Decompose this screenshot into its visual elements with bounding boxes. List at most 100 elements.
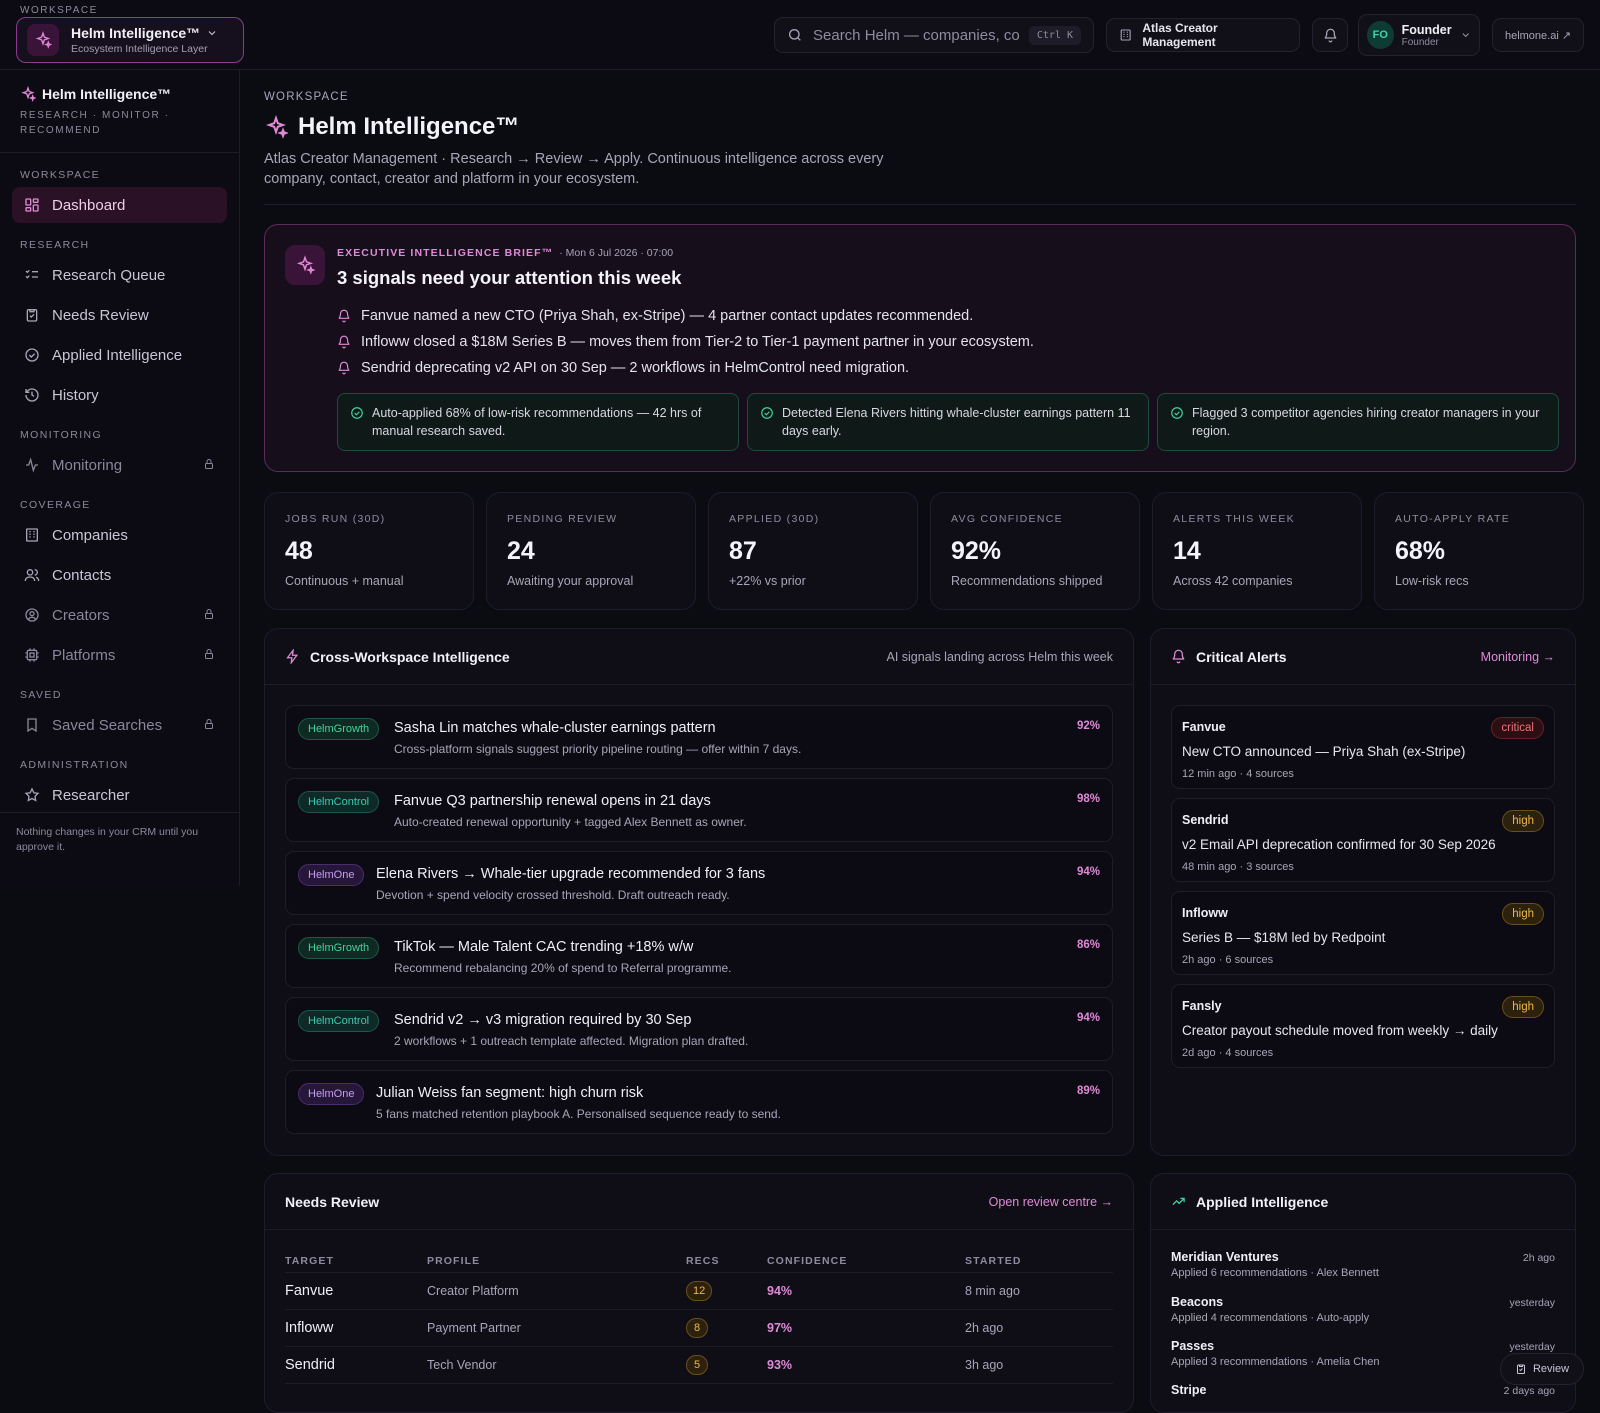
signal-title: Sasha Lin matches whale-cluster earnings… — [394, 720, 716, 736]
sidebar-item-creators[interactable]: Creators — [12, 597, 227, 633]
brief-item-text: Infloww closed a $18M Series B — moves t… — [361, 334, 1034, 350]
applied-time: 2 days ago — [1503, 1385, 1555, 1397]
alert-title: Series B — $18M led by Redpoint — [1182, 930, 1386, 945]
severity-badge: high — [1502, 903, 1544, 925]
lock-icon — [205, 459, 213, 469]
sidebar-item-monitoring[interactable]: Monitoring — [12, 447, 227, 483]
signal-card[interactable]: HelmGrowth Sasha Lin matches whale-clust… — [285, 705, 1113, 769]
cross-workspace-panel: Cross-Workspace Intelligence AI signals … — [264, 628, 1134, 1156]
sidebar-item-needs-review[interactable]: Needs Review — [12, 297, 227, 333]
open-review-centre-link[interactable]: Open review centre → — [989, 1195, 1113, 1209]
table-row[interactable]: Fanvue Creator Platform 12 94% 8 min ago — [285, 1272, 1113, 1310]
user-menu[interactable]: FO Founder Founder — [1358, 14, 1480, 56]
brief-label: EXECUTIVE INTELLIGENCE BRIEF™ — [337, 247, 554, 259]
sidebar-item-label: Applied Intelligence — [52, 346, 183, 364]
signal-confidence: 98% — [1076, 793, 1100, 805]
sidebar-item-research-queue[interactable]: Research Queue — [12, 257, 227, 293]
applied-item[interactable]: Passes Applied 3 recommendations · Ameli… — [1171, 1339, 1555, 1368]
notifications-button[interactable] — [1312, 18, 1348, 52]
applied-item[interactable]: Beacons Applied 4 recommendations · Auto… — [1171, 1295, 1555, 1324]
sidebar-item-history[interactable]: History — [12, 377, 227, 413]
workspace-switcher[interactable]: Helm Intelligence™ Ecosystem Intelligenc… — [16, 17, 244, 63]
bell-icon — [338, 309, 350, 323]
sidebar-item-label: Monitoring — [52, 456, 123, 474]
kpi-card-jobs-run: JOBS RUN (30D) 48 Continuous + manual — [264, 492, 474, 610]
sidebar-item-contacts[interactable]: Contacts — [12, 557, 227, 593]
brief-item: Sendrid deprecating v2 API on 30 Sep — 2… — [337, 355, 1034, 381]
sidebar-item-applied-intelligence[interactable]: Applied Intelligence — [12, 337, 227, 373]
signal-card[interactable]: HelmOne Elena Rivers → Whale-tier upgrad… — [285, 851, 1113, 915]
lock-icon — [205, 609, 213, 619]
breadcrumb: WORKSPACE — [264, 91, 349, 103]
bell-icon — [338, 361, 350, 375]
sidebar-section-workspace: WORKSPACE — [20, 169, 101, 181]
severity-badge: critical — [1491, 717, 1544, 739]
sidebar-item-dashboard[interactable]: Dashboard — [12, 187, 227, 223]
applied-item[interactable]: Stripe 2 days ago — [1171, 1383, 1555, 1397]
applied-company: Beacons — [1171, 1295, 1224, 1309]
table-row[interactable]: Infloww Payment Partner 8 97% 2h ago — [285, 1309, 1113, 1347]
bell-icon — [1172, 649, 1185, 664]
table-row[interactable]: Sendrid Tech Vendor 5 93% 3h ago — [285, 1346, 1113, 1384]
site-link[interactable]: helmone.ai ↗ — [1492, 18, 1584, 52]
signal-card[interactable]: HelmControl Fanvue Q3 partnership renewa… — [285, 778, 1113, 842]
check-circle-icon — [1171, 407, 1183, 419]
needs-review-panel: Needs Review Open review centre → TARGET… — [264, 1173, 1134, 1413]
alert-company: Fanvue — [1182, 720, 1226, 734]
sparkles-icon — [265, 115, 288, 139]
sidebar-section-saved: SAVED — [20, 689, 62, 701]
applied-description: Applied 4 recommendations · Auto-apply — [1171, 1312, 1370, 1324]
sidebar-item-saved-searches[interactable]: Saved Searches — [12, 707, 227, 743]
sidebar-item-researcher[interactable]: Researcher — [12, 777, 227, 813]
organization-button[interactable]: Atlas Creator Management — [1106, 18, 1300, 52]
signal-card[interactable]: HelmControl Sendrid v2 → v3 migration re… — [285, 997, 1113, 1061]
bell-icon — [1324, 28, 1336, 42]
workspace-subtitle: Ecosystem Intelligence Layer — [71, 43, 208, 55]
signal-title: Elena Rivers → Whale-tier upgrade recomm… — [376, 866, 766, 882]
review-table: TARGET PROFILE RECS CONFIDENCE STARTED F… — [285, 1250, 1113, 1384]
signal-card[interactable]: HelmOne Julian Weiss fan segment: high c… — [285, 1070, 1113, 1134]
started-cell: 8 min ago — [965, 1272, 1113, 1310]
search-shortcut: Ctrl K — [1028, 25, 1081, 45]
sidebar-item-platforms[interactable]: Platforms — [12, 637, 227, 673]
bell-icon — [338, 335, 350, 349]
brief-title: 3 signals need your attention this week — [337, 267, 682, 288]
review-fab-label: Review — [1532, 1363, 1570, 1375]
global-search[interactable]: Ctrl K — [774, 17, 1094, 53]
sidebar-item-label: Saved Searches — [52, 716, 163, 734]
clipboard-check-icon — [1516, 1364, 1525, 1374]
alert-meta: 2h ago · 6 sources — [1182, 954, 1274, 966]
alert-card[interactable]: Fansly high Creator payout schedule move… — [1171, 984, 1555, 1068]
signal-title: Fanvue Q3 partnership renewal opens in 2… — [394, 793, 711, 809]
star-icon — [24, 787, 40, 802]
brief-item: Fanvue named a new CTO (Priya Shah, ex-S… — [337, 303, 1034, 329]
sidebar-item-label: Contacts — [52, 566, 112, 584]
brief-date: · Mon 6 Jul 2026 · 07:00 — [559, 247, 674, 259]
monitoring-link[interactable]: Monitoring → — [1481, 650, 1555, 664]
signal-description: 2 workflows + 1 outreach template affect… — [394, 1034, 749, 1048]
signal-card[interactable]: HelmGrowth TikTok — Male Talent CAC tren… — [285, 924, 1113, 988]
kpi-label: JOBS RUN (30D) — [285, 513, 386, 525]
alert-card[interactable]: Fanvue critical New CTO announced — Priy… — [1171, 705, 1555, 789]
brief-win-card: Flagged 3 competitor agencies hiring cre… — [1157, 393, 1559, 451]
history-icon — [25, 388, 39, 402]
signal-description: Devotion + spend velocity crossed thresh… — [376, 888, 730, 902]
recs-badge: 8 — [686, 1317, 708, 1338]
clipboard-check-icon — [26, 309, 38, 322]
applied-time: yesterday — [1509, 1297, 1555, 1309]
workspace-tag: HelmOne — [298, 1083, 365, 1105]
workspace-label: WORKSPACE — [20, 5, 98, 16]
main-content: WORKSPACE Helm Intelligence™ Atlas Creat… — [264, 70, 1584, 1413]
building-icon — [26, 528, 38, 542]
applied-company: Passes — [1171, 1339, 1215, 1353]
search-icon — [789, 29, 801, 41]
search-input[interactable] — [813, 26, 1019, 44]
review-floating-button[interactable]: Review — [1500, 1353, 1584, 1385]
kpi-value: 68% — [1395, 537, 1446, 565]
signal-description: Auto-created renewal opportunity + tagge… — [394, 815, 747, 829]
kpi-value: 92% — [951, 537, 1002, 565]
alert-card[interactable]: Sendrid high v2 Email API deprecation co… — [1171, 798, 1555, 882]
applied-item[interactable]: Meridian Ventures Applied 6 recommendati… — [1171, 1250, 1555, 1279]
sidebar-item-companies[interactable]: Companies — [12, 517, 227, 553]
alert-card[interactable]: Infloww high Series B — $18M led by Redp… — [1171, 891, 1555, 975]
